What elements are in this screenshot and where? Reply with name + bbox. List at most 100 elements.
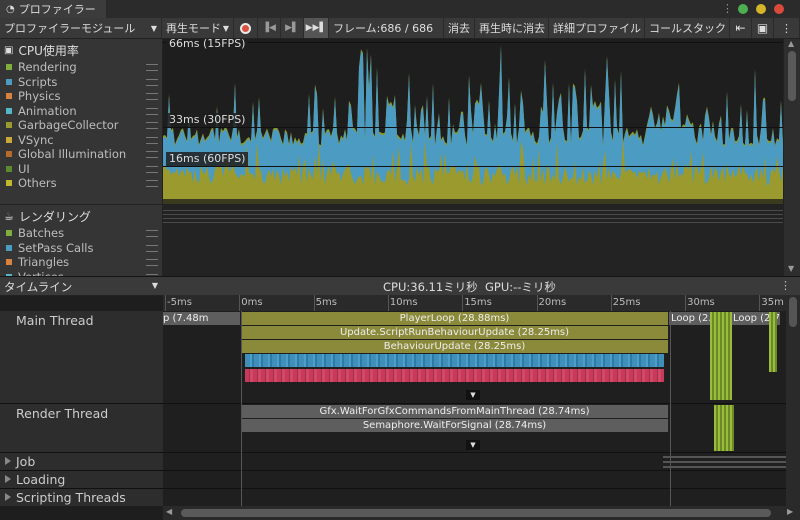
loading-thread-label[interactable]: Loading bbox=[16, 472, 65, 487]
next-frame-calls-block[interactable] bbox=[710, 312, 732, 400]
cpu-icon: ▣ bbox=[4, 45, 14, 56]
scrollbar-thumb[interactable] bbox=[789, 297, 797, 327]
legend-item[interactable]: GarbageCollector bbox=[6, 118, 119, 132]
drag-handle-icon[interactable] bbox=[146, 122, 158, 129]
maximize-button[interactable] bbox=[756, 4, 766, 14]
expand-thread-icon[interactable]: ▼ bbox=[466, 390, 480, 400]
scroll-right-icon[interactable]: ▶ bbox=[787, 507, 793, 516]
update-script-run-bar[interactable]: Update.ScriptRunBehaviourUpdate (28.25ms… bbox=[241, 326, 669, 339]
expand-arrow-icon[interactable] bbox=[5, 493, 11, 501]
timeline-ruler[interactable]: -5ms 0ms 5ms 10ms 15ms 20ms 25ms 30ms 35m bbox=[163, 295, 800, 312]
next-frame-calls-block[interactable] bbox=[769, 312, 777, 372]
load-button[interactable]: ⇤ bbox=[730, 18, 752, 38]
expand-arrow-icon[interactable] bbox=[5, 457, 11, 465]
record-button[interactable] bbox=[234, 18, 258, 38]
scrollbar-thumb[interactable] bbox=[181, 509, 771, 517]
scroll-left-icon[interactable]: ◀ bbox=[166, 507, 172, 516]
legend-color-swatch bbox=[6, 259, 12, 265]
cpu-gpu-time: CPU:36.11ミリ秒 GPU:--ミリ秒 bbox=[383, 280, 556, 294]
render-thread-next-block[interactable] bbox=[714, 405, 734, 451]
modules-scrollbar[interactable]: ▲ ▼ bbox=[783, 39, 800, 276]
drag-handle-icon[interactable] bbox=[146, 151, 158, 158]
minimize-button[interactable] bbox=[738, 4, 748, 14]
script-calls-bar[interactable] bbox=[245, 354, 665, 367]
current-frame-button[interactable]: ▶▶▌ bbox=[304, 18, 329, 38]
legend-color-swatch bbox=[6, 78, 12, 85]
chevron-down-icon: ▼ bbox=[222, 23, 229, 33]
load-icon: ⇤ bbox=[735, 21, 746, 35]
cpu-usage-graph[interactable] bbox=[163, 39, 783, 204]
rendering-chart[interactable] bbox=[163, 204, 783, 277]
ruler-tick bbox=[239, 295, 241, 311]
expand-arrow-icon[interactable] bbox=[5, 475, 11, 483]
legend-item[interactable]: UI bbox=[6, 162, 30, 176]
scrollbar-thumb[interactable] bbox=[788, 51, 796, 101]
job-thread-label[interactable]: Job bbox=[16, 454, 35, 469]
profiler-tab[interactable]: ◔ プロファイラー bbox=[0, 0, 106, 18]
drag-handle-icon[interactable] bbox=[146, 93, 158, 100]
drag-handle-icon[interactable] bbox=[146, 107, 158, 115]
profiler-modules-dropdown[interactable]: プロファイラーモジュール ▼ bbox=[0, 18, 162, 38]
legend-item[interactable]: SetPass Calls bbox=[6, 241, 93, 255]
rendering-module-title: レンダリング bbox=[18, 210, 91, 224]
legend-color-swatch bbox=[6, 180, 12, 186]
timeline-horizontal-scrollbar[interactable]: ◀ ▶ bbox=[163, 506, 800, 520]
previous-frame-button[interactable]: ▐◀ bbox=[258, 18, 281, 38]
more-options-icon[interactable]: ⋮ bbox=[722, 2, 733, 15]
toolbar-menu-button[interactable]: ⋮ bbox=[774, 18, 800, 38]
timeline-area[interactable]: p (7.48m PlayerLoop (28.88ms) Loop (2.9 … bbox=[163, 311, 786, 506]
close-button[interactable] bbox=[774, 4, 784, 14]
view-mode-dropdown[interactable]: タイムライン ▼ bbox=[4, 279, 160, 295]
cpu-usage-chart[interactable]: 66ms (15FPS) 33ms (30FPS) 16ms (60FPS) bbox=[163, 39, 783, 204]
threshold-label-60fps: 16ms (60FPS) bbox=[166, 152, 249, 166]
thread-separator bbox=[0, 403, 163, 404]
legend-item[interactable]: Animation bbox=[6, 104, 77, 118]
behaviour-update-bar[interactable]: BehaviourUpdate (28.25ms) bbox=[241, 340, 669, 353]
scroll-down-icon[interactable]: ▼ bbox=[788, 264, 794, 273]
call-stacks-toggle[interactable]: コールスタック bbox=[645, 18, 730, 38]
rendering-module-legend[interactable]: ☕ レンダリング Batches SetPass Calls Triangles Ve… bbox=[0, 204, 163, 277]
expand-thread-icon[interactable]: ▼ bbox=[466, 440, 480, 450]
scripting-threads-label[interactable]: Scripting Threads bbox=[16, 490, 126, 505]
clear-on-play-toggle[interactable]: 再生時に消去 bbox=[475, 18, 549, 38]
more-options-icon[interactable]: ⋮ bbox=[780, 279, 791, 292]
legend-item[interactable]: Physics bbox=[6, 89, 61, 103]
render-thread-label[interactable]: Render Thread bbox=[16, 406, 108, 421]
drag-handle-icon[interactable] bbox=[146, 165, 158, 173]
cpu-module-legend[interactable]: ▣ CPU使用率 Rendering Scripts Physics Animatio… bbox=[0, 39, 163, 204]
save-button[interactable]: ▣ bbox=[752, 18, 774, 38]
cpu-module-header[interactable]: ▣ CPU使用率 bbox=[4, 42, 79, 59]
drag-handle-icon[interactable] bbox=[146, 180, 158, 187]
script-subcalls-bar[interactable] bbox=[245, 369, 665, 382]
drag-handle-icon[interactable] bbox=[146, 244, 158, 252]
clear-button[interactable]: 消去 bbox=[444, 18, 475, 38]
legend-item[interactable]: VSync bbox=[6, 133, 54, 147]
timeline-vertical-scrollbar[interactable] bbox=[786, 295, 800, 506]
gfx-wait-bar[interactable]: Gfx.WaitForGfxCommandsFromMainThread (28… bbox=[241, 405, 669, 418]
ruler-tick-label: 30ms bbox=[687, 297, 715, 308]
drag-handle-icon[interactable] bbox=[146, 259, 158, 266]
drag-handle-icon[interactable] bbox=[146, 230, 158, 237]
drag-handle-icon[interactable] bbox=[146, 78, 158, 86]
legend-color-swatch bbox=[6, 244, 12, 251]
legend-item[interactable]: Others bbox=[6, 176, 57, 190]
legend-item[interactable]: Rendering bbox=[6, 60, 77, 74]
semaphore-wait-bar[interactable]: Semaphore.WaitForSignal (28.74ms) bbox=[241, 419, 669, 432]
rendering-module-header[interactable]: ☕ レンダリング bbox=[4, 208, 91, 225]
deep-profile-toggle[interactable]: 詳細プロファイル bbox=[549, 18, 645, 38]
play-mode-dropdown[interactable]: 再生モード ▼ bbox=[162, 18, 234, 38]
window-title-bar: ◔ プロファイラー ⋮ bbox=[0, 0, 800, 19]
drag-handle-icon[interactable] bbox=[146, 136, 158, 144]
player-loop-bar[interactable]: PlayerLoop (28.88ms) bbox=[241, 312, 669, 325]
rendering-graph-line bbox=[163, 210, 783, 211]
legend-item[interactable]: Batches bbox=[6, 226, 64, 240]
legend-item[interactable]: Global Illumination bbox=[6, 147, 126, 161]
previous-player-loop-bar[interactable]: p (7.48m bbox=[163, 312, 241, 325]
drag-handle-icon[interactable] bbox=[146, 64, 158, 71]
scroll-up-icon[interactable]: ▲ bbox=[788, 39, 794, 48]
main-thread-label[interactable]: Main Thread bbox=[16, 313, 94, 328]
legend-item[interactable]: Triangles bbox=[6, 255, 69, 269]
job-thread-activity bbox=[663, 466, 786, 468]
legend-item[interactable]: Scripts bbox=[6, 75, 57, 89]
next-frame-button[interactable]: ▶▌ bbox=[281, 18, 304, 38]
